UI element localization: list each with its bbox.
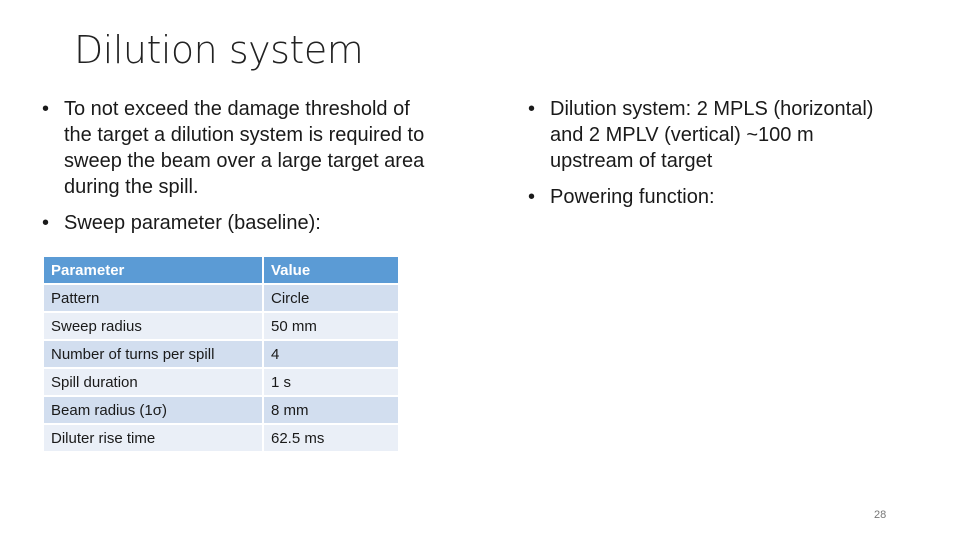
value-cell: 50 mm	[264, 313, 398, 339]
value-cell: 8 mm	[264, 397, 398, 423]
bullet-item: • Sweep parameter (baseline):	[38, 210, 438, 236]
slide-title: Dilution system	[74, 28, 364, 72]
left-column: • To not exceed the damage threshold of t…	[38, 96, 438, 246]
value-cell: Circle	[264, 285, 398, 311]
bullet-item: • To not exceed the damage threshold of t…	[38, 96, 438, 200]
value-cell: 62.5 ms	[264, 425, 398, 451]
value-cell: 4	[264, 341, 398, 367]
table-row: Beam radius (1σ) 8 mm	[44, 397, 398, 423]
parameter-cell: Spill duration	[44, 369, 262, 395]
bullet-text: To not exceed the damage threshold of th…	[64, 98, 425, 198]
parameter-cell: Pattern	[44, 285, 262, 311]
parameter-cell: Number of turns per spill	[44, 341, 262, 367]
value-cell: 1 s	[264, 369, 398, 395]
right-column: • Dilution system: 2 MPLS (horizontal) an…	[524, 96, 884, 220]
bullet-item: • Powering function:	[524, 184, 884, 210]
table-row: Diluter rise time 62.5 ms	[44, 425, 398, 451]
header-parameter: Parameter	[44, 257, 262, 283]
table-row: Sweep radius 50 mm	[44, 313, 398, 339]
table-row: Number of turns per spill 4	[44, 341, 398, 367]
bullet-item: • Dilution system: 2 MPLS (horizontal) an…	[524, 96, 884, 174]
bullet-icon: •	[528, 98, 536, 120]
bullet-text: Sweep parameter (baseline):	[64, 212, 321, 234]
sweep-parameter-table: Parameter Value Pattern Circle Sweep rad…	[42, 255, 400, 453]
bullet-icon: •	[42, 212, 50, 234]
header-value: Value	[264, 257, 398, 283]
bullet-text: Dilution system: 2 MPLS (horizontal) and…	[550, 98, 874, 172]
parameter-cell: Beam radius (1σ)	[44, 397, 262, 423]
bullet-icon: •	[528, 186, 536, 208]
parameter-cell: Diluter rise time	[44, 425, 262, 451]
parameter-cell: Sweep radius	[44, 313, 262, 339]
bullet-icon: •	[42, 98, 50, 120]
table-header-row: Parameter Value	[44, 257, 398, 283]
table-row: Pattern Circle	[44, 285, 398, 311]
bullet-text: Powering function:	[550, 186, 715, 208]
table-row: Spill duration 1 s	[44, 369, 398, 395]
page-number: 28	[874, 509, 887, 521]
